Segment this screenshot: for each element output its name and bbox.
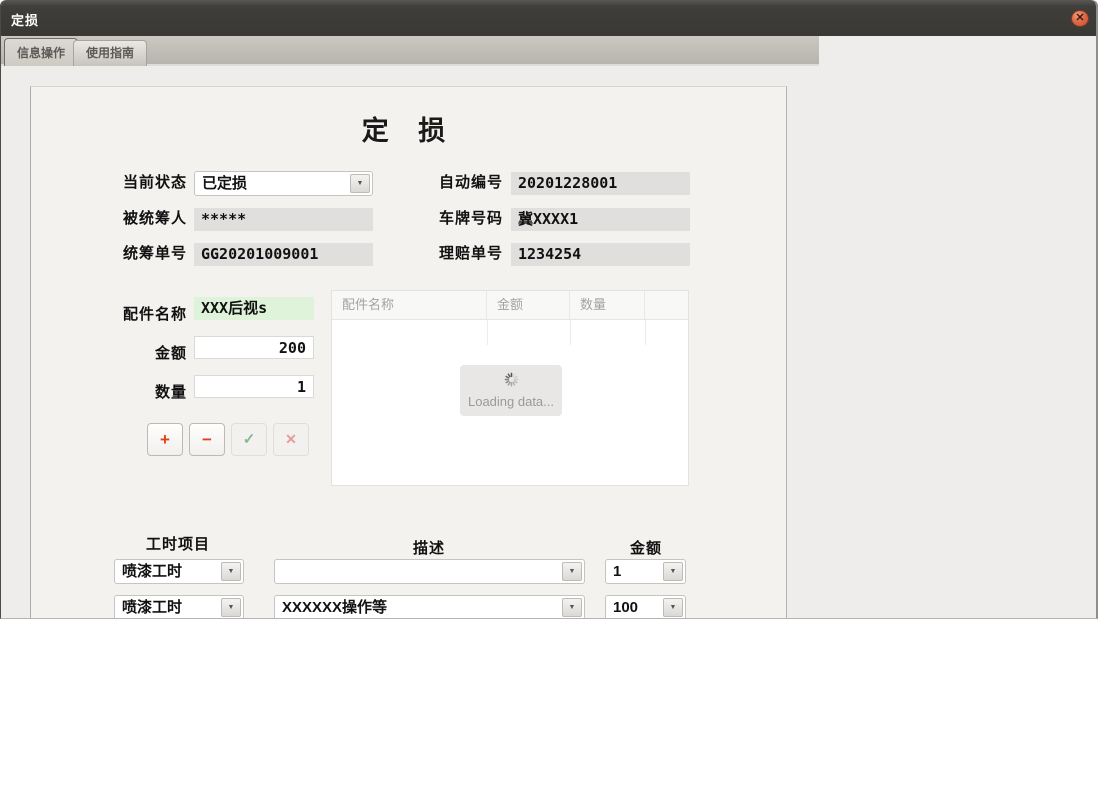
tab-info-operation[interactable]: 信息操作 [4,38,78,66]
plate-number-label: 车牌号码 [403,207,503,231]
part-name-label: 配件名称 [87,303,187,327]
current-status-label: 当前状态 [87,171,187,195]
chevron-down-icon: ▼ [664,563,682,581]
labor-item-select-1[interactable]: 喷漆工时 ▼ [114,559,244,584]
part-amount-label: 金额 [87,342,187,366]
tab-user-guide[interactable]: 使用指南 [73,40,147,66]
chevron-down-icon: ▼ [563,563,581,581]
labor-item-header: 工时项目 [128,533,228,554]
parts-table-col-amount: 金额 [487,291,570,319]
labor-amount-value-2: 100 [613,596,659,619]
chevron-down-icon: ▼ [351,175,369,193]
chevron-down-icon: ▼ [222,599,240,617]
close-icon[interactable]: ✕ [1071,10,1089,27]
labor-amount-header: 金额 [596,537,696,558]
add-part-button[interactable]: + [147,423,183,456]
chevron-down-icon: ▼ [222,563,240,581]
part-quantity-label: 数量 [87,381,187,405]
remove-part-button[interactable]: − [189,423,225,456]
part-quantity-input[interactable] [194,375,314,398]
table-grid-line [487,320,488,345]
coordination-number-field: GG20201009001 [194,243,373,266]
chevron-down-icon: ▼ [664,599,682,617]
parts-table: 配件名称 金额 数量 [331,290,689,486]
current-status-select[interactable]: 已定损 ▼ [194,171,373,196]
labor-description-header: 描述 [379,537,479,558]
parts-table-col-filler [645,291,688,319]
insured-person-field: ***** [194,208,373,231]
current-status-value: 已定损 [202,172,346,195]
tab-strip: 信息操作 使用指南 [1,36,819,66]
cancel-part-button[interactable]: ✕ [273,423,309,456]
insured-person-label: 被统筹人 [87,207,187,231]
parts-table-header: 配件名称 金额 数量 [332,291,688,320]
table-grid-line [570,320,571,345]
form-title: 定 损 [31,109,786,148]
claim-number-label: 理赔单号 [403,242,503,266]
window-body: 信息操作 使用指南 定 损 当前状态 已定损 ▼ 自动编号 2020122800… [1,36,1096,619]
loading-indicator: Loading data... [460,365,562,416]
parts-table-col-name: 配件名称 [332,291,487,319]
part-amount-input[interactable] [194,336,314,359]
table-grid-line [645,320,646,345]
labor-item-dropdown-1[interactable]: ▼ [221,562,241,581]
coordination-number-label: 统筹单号 [87,242,187,266]
labor-amount-dropdown-2[interactable]: ▼ [663,598,683,617]
plate-number-field: 冀XXXX1 [511,208,690,231]
labor-item-value-1: 喷漆工时 [122,560,217,583]
loading-spinner-icon [504,372,519,387]
confirm-part-button[interactable]: ✓ [231,423,267,456]
labor-item-dropdown-2[interactable]: ▼ [221,598,241,617]
app-window: 定损 ✕ 信息操作 使用指南 定 损 当前状态 已定损 ▼ 自动编号 20201… [0,0,1098,619]
parts-table-col-quantity: 数量 [570,291,645,319]
labor-amount-select-2[interactable]: 100 ▼ [605,595,686,619]
loading-text: Loading data... [460,394,562,409]
labor-description-value-2: XXXXXX操作等 [282,596,558,619]
claim-number-field: 1234254 [511,243,690,266]
form-panel: 定 损 当前状态 已定损 ▼ 自动编号 20201228001 被统筹人 ***… [30,86,787,619]
labor-amount-value-1: 1 [613,560,659,583]
current-status-dropdown-button[interactable]: ▼ [350,174,370,193]
auto-number-field: 20201228001 [511,172,690,195]
part-name-field[interactable]: XXX后视s [194,297,314,320]
labor-item-value-2: 喷漆工时 [122,596,217,619]
window-title: 定损 [11,10,39,29]
labor-amount-select-1[interactable]: 1 ▼ [605,559,686,584]
labor-description-dropdown-2[interactable]: ▼ [562,598,582,617]
labor-description-select-2[interactable]: XXXXXX操作等 ▼ [274,595,585,619]
labor-description-select-1[interactable]: ▼ [274,559,585,584]
labor-item-select-2[interactable]: 喷漆工时 ▼ [114,595,244,619]
labor-description-dropdown-1[interactable]: ▼ [562,562,582,581]
chevron-down-icon: ▼ [563,599,581,617]
auto-number-label: 自动编号 [403,171,503,195]
titlebar: 定损 ✕ [1,0,1096,36]
labor-amount-dropdown-1[interactable]: ▼ [663,562,683,581]
